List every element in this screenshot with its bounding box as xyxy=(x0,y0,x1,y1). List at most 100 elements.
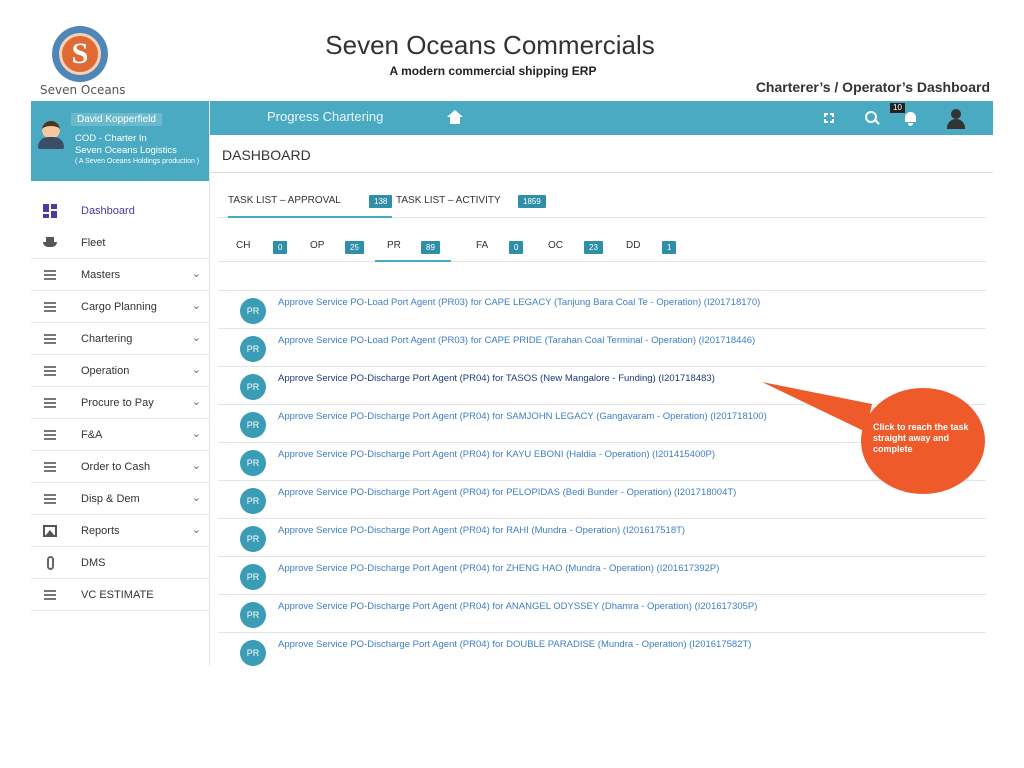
subtab-fa[interactable]: FA 0 xyxy=(458,232,528,262)
topbar-title: Progress Chartering xyxy=(267,109,384,124)
tab-task-list-activity[interactable]: TASK LIST – ACTIVITY 1859 xyxy=(396,190,556,218)
chevron-down-icon[interactable]: ⌄ xyxy=(192,363,201,376)
task-row[interactable]: PR Approve Service PO-Discharge Port Age… xyxy=(218,366,986,404)
list-icon xyxy=(43,460,57,474)
task-link[interactable]: Approve Service PO-Discharge Port Agent … xyxy=(278,411,767,422)
task-row[interactable]: PR Approve Service PO-Discharge Port Age… xyxy=(218,480,986,518)
count-badge: 23 xyxy=(584,241,603,254)
module-badge: PR xyxy=(240,450,266,476)
subtab-label: CH xyxy=(236,240,251,251)
dashboard-caption: Charterer’s / Operator’s Dashboard xyxy=(755,79,990,95)
sidebar-item-label: VC ESTIMATE xyxy=(81,589,154,601)
title-divider xyxy=(210,172,993,173)
sidebar: David Kopperfield COD - Charter In Seven… xyxy=(31,101,210,666)
sidebar-item-label: Chartering xyxy=(81,333,133,345)
task-row[interactable]: PR Approve Service PO-Discharge Port Age… xyxy=(218,556,986,594)
task-row[interactable]: PR Approve Service PO-Load Port Agent (P… xyxy=(218,328,986,366)
list-icon xyxy=(43,396,57,410)
module-badge: PR xyxy=(240,564,266,590)
module-badge: PR xyxy=(240,640,266,666)
user-name: David Kopperfield xyxy=(71,113,162,126)
task-link[interactable]: Approve Service PO-Discharge Port Agent … xyxy=(278,525,685,536)
task-list: PR Approve Service PO-Load Port Agent (P… xyxy=(218,290,986,670)
sidebar-item-label: Disp & Dem xyxy=(81,493,140,505)
task-link[interactable]: Approve Service PO-Discharge Port Agent … xyxy=(278,449,715,460)
tab-label: TASK LIST – ACTIVITY xyxy=(396,195,501,206)
ship-icon xyxy=(43,236,57,250)
module-badge: PR xyxy=(240,526,266,552)
sidebar-item-chartering[interactable]: Chartering ⌄ xyxy=(31,323,209,355)
module-badge: PR xyxy=(240,336,266,362)
chevron-down-icon[interactable]: ⌄ xyxy=(192,331,201,344)
sidebar-item-label: F&A xyxy=(81,429,103,441)
user-profile-icon[interactable] xyxy=(947,109,965,129)
count-badge: 138 xyxy=(369,195,393,208)
sidebar-item-label: Procure to Pay xyxy=(81,397,154,409)
sidebar-item-reports[interactable]: Reports ⌄ xyxy=(31,515,209,547)
dashboard-grid-icon xyxy=(43,204,57,218)
task-link[interactable]: Approve Service PO-Discharge Port Agent … xyxy=(278,373,715,384)
sidebar-item-f-and-a[interactable]: F&A ⌄ xyxy=(31,419,209,451)
subtab-dd[interactable]: DD 1 xyxy=(608,232,678,262)
count-badge: 1859 xyxy=(518,195,546,208)
slide-subtitle: A modern commercial shipping ERP xyxy=(389,64,597,78)
module-badge: PR xyxy=(240,488,266,514)
list-icon xyxy=(43,300,57,314)
subtab-label: PR xyxy=(387,240,401,251)
subtab-op[interactable]: OP 25 xyxy=(292,232,372,262)
sidebar-item-label: Order to Cash xyxy=(81,461,151,473)
list-icon xyxy=(43,428,57,442)
count-badge: 25 xyxy=(345,241,364,254)
task-link[interactable]: Approve Service PO-Discharge Port Agent … xyxy=(278,563,719,574)
list-icon xyxy=(43,268,57,282)
task-link[interactable]: Approve Service PO-Discharge Port Agent … xyxy=(278,487,736,498)
task-row[interactable]: PR Approve Service PO-Discharge Port Age… xyxy=(218,632,986,670)
notification-badge: 10 xyxy=(890,103,905,113)
search-icon[interactable] xyxy=(865,111,879,125)
subtab-oc[interactable]: OC 23 xyxy=(530,232,604,262)
sidebar-item-dashboard[interactable]: Dashboard xyxy=(31,195,209,227)
task-link[interactable]: Approve Service PO-Discharge Port Agent … xyxy=(278,639,751,650)
sidebar-item-masters[interactable]: Masters ⌄ xyxy=(31,259,209,291)
task-row[interactable]: PR Approve Service PO-Load Port Agent (P… xyxy=(218,290,986,328)
module-badge: PR xyxy=(240,412,266,438)
task-link[interactable]: Approve Service PO-Load Port Agent (PR03… xyxy=(278,297,760,308)
main-content: DASHBOARD TASK LIST – APPROVAL 138 TASK … xyxy=(210,135,993,666)
sidebar-item-cargo-planning[interactable]: Cargo Planning ⌄ xyxy=(31,291,209,323)
sidebar-item-label: Dashboard xyxy=(81,205,135,217)
sidebar-item-dms[interactable]: DMS xyxy=(31,547,209,579)
fullscreen-icon[interactable] xyxy=(824,113,834,123)
tab-task-list-approval[interactable]: TASK LIST – APPROVAL 138 xyxy=(228,190,393,218)
count-badge: 1 xyxy=(662,241,677,254)
sidebar-item-fleet[interactable]: Fleet xyxy=(31,227,209,259)
chevron-down-icon[interactable]: ⌄ xyxy=(192,523,201,536)
home-icon[interactable] xyxy=(447,110,463,124)
module-subtabs: CH 0 OP 25 PR 89 FA 0 OC 23 DD 1 xyxy=(218,232,986,262)
user-avatar xyxy=(38,121,64,149)
chevron-down-icon[interactable]: ⌄ xyxy=(192,427,201,440)
sidebar-item-order-to-cash[interactable]: Order to Cash ⌄ xyxy=(31,451,209,483)
sidebar-item-label: Reports xyxy=(81,525,120,537)
module-badge: PR xyxy=(240,374,266,400)
user-role: COD - Charter In xyxy=(75,133,147,144)
chevron-down-icon[interactable]: ⌄ xyxy=(192,299,201,312)
task-row[interactable]: PR Approve Service PO-Discharge Port Age… xyxy=(218,594,986,632)
task-link[interactable]: Approve Service PO-Discharge Port Agent … xyxy=(278,601,757,612)
task-link[interactable]: Approve Service PO-Load Port Agent (PR03… xyxy=(278,335,755,346)
reports-icon xyxy=(43,524,57,538)
task-row[interactable]: PR Approve Service PO-Discharge Port Age… xyxy=(218,518,986,556)
annotation-callout: Click to reach the task straight away an… xyxy=(861,388,985,494)
logo-text: Seven Oceans xyxy=(40,83,126,97)
chevron-down-icon[interactable]: ⌄ xyxy=(192,267,201,280)
sidebar-item-vc-estimate[interactable]: VC ESTIMATE xyxy=(31,579,209,611)
sidebar-item-operation[interactable]: Operation ⌄ xyxy=(31,355,209,387)
sidebar-item-procure-to-pay[interactable]: Procure to Pay ⌄ xyxy=(31,387,209,419)
sidebar-item-disp-and-dem[interactable]: Disp & Dem ⌄ xyxy=(31,483,209,515)
subtab-pr[interactable]: PR 89 xyxy=(375,232,451,262)
chevron-down-icon[interactable]: ⌄ xyxy=(192,395,201,408)
sidebar-item-label: Operation xyxy=(81,365,130,377)
chevron-down-icon[interactable]: ⌄ xyxy=(192,459,201,472)
chevron-down-icon[interactable]: ⌄ xyxy=(192,491,201,504)
bell-icon[interactable] xyxy=(904,112,917,126)
subtab-ch[interactable]: CH 0 xyxy=(218,232,292,262)
